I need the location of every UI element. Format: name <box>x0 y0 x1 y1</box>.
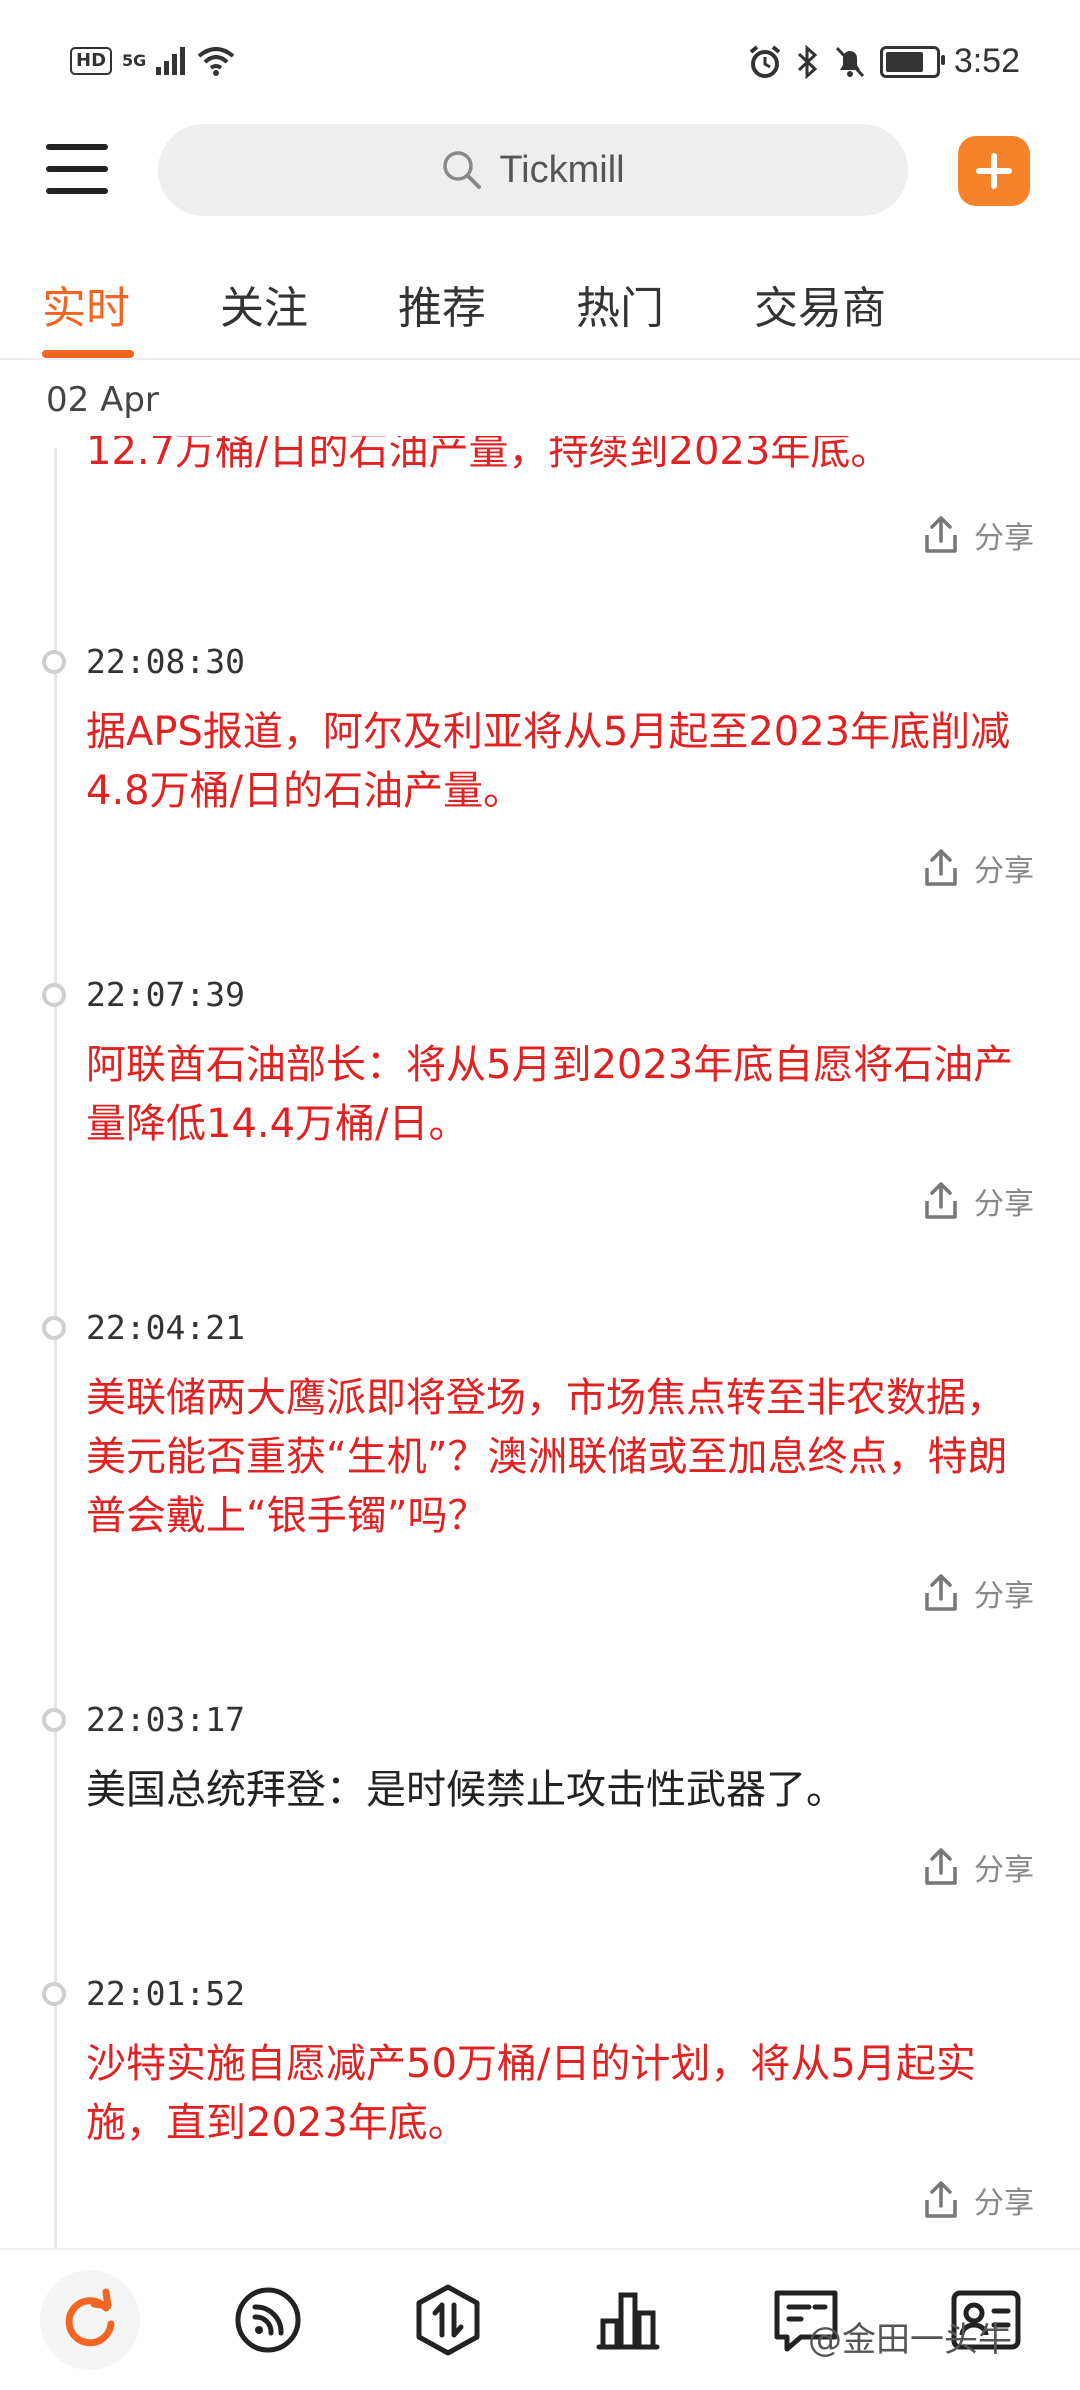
tab-recommend[interactable]: 推荐 <box>398 272 486 336</box>
share-button[interactable]: 分享 <box>922 1845 1034 1889</box>
news-time: 22:07:39 <box>86 975 245 1014</box>
share-label: 分享 <box>974 1853 1034 1888</box>
wifi-icon <box>198 47 235 76</box>
timeline-dot <box>42 983 66 1007</box>
share-label: 分享 <box>974 2186 1034 2221</box>
exchange-icon[interactable] <box>408 2280 488 2360</box>
share-icon <box>925 849 957 886</box>
news-text[interactable]: 美国总统拜登：是时候禁止攻击性武器了。 <box>86 1761 1036 1820</box>
share-icon <box>925 1574 957 1611</box>
bottom-nav: @金田一头牛 <box>0 2248 1080 2390</box>
rss-icon[interactable] <box>228 2280 308 2360</box>
add-button[interactable] <box>958 136 1030 206</box>
share-button[interactable]: 分享 <box>922 846 1034 890</box>
news-text[interactable]: 阿联酋石油部长：将从5月到2023年底自愿将石油产量降低14.4万桶/日。 <box>86 1036 1036 1154</box>
status-bar: HD 5G 3:52 <box>0 0 1080 120</box>
share-label: 分享 <box>974 1187 1034 1222</box>
news-time: 22:03:17 <box>86 1700 245 1739</box>
share-button[interactable]: 分享 <box>922 1179 1034 1223</box>
active-tab-indicator <box>42 350 134 358</box>
battery-fill <box>885 51 924 72</box>
news-text-partial-content: 12.7万桶/日的石油产量，持续到2023年底。 <box>86 436 891 474</box>
tab-brokers[interactable]: 交易商 <box>754 272 886 336</box>
news-time: 22:04:21 <box>86 1308 245 1347</box>
search-placeholder: Tickmill <box>499 148 625 191</box>
signal-icon <box>156 47 186 75</box>
news-time: 22:01:52 <box>86 1974 245 2013</box>
share-button[interactable]: 分享 <box>922 513 1034 557</box>
hd-badge: HD <box>70 47 113 75</box>
tab-follow[interactable]: 关注 <box>220 272 308 336</box>
tab-hot[interactable]: 热门 <box>576 272 664 336</box>
news-text[interactable]: 沙特实施自愿减产50万桶/日的计划，将从5月起实施，直到2023年底。 <box>86 2035 1036 2153</box>
tab-bar: 实时 关注 推荐 热门 交易商 <box>0 250 1080 358</box>
status-left: HD 5G <box>70 46 236 76</box>
timeline-dot <box>42 1708 66 1732</box>
date-header: 02 Apr <box>46 380 159 420</box>
status-time: 3:52 <box>953 42 1020 80</box>
plus-icon <box>976 153 1012 189</box>
news-text[interactable]: 美联储两大鹰派即将登场，市场焦点转至非农数据，美元能否重获“生机”？澳洲联储或至… <box>86 1369 1036 1546</box>
share-icon <box>925 516 957 553</box>
bluetooth-icon <box>797 44 818 79</box>
tabs-divider <box>0 358 1080 360</box>
news-text-partial[interactable]: 12.7万桶/日的石油产量，持续到2023年底。 <box>86 436 1036 482</box>
search-bar[interactable]: Tickmill <box>158 124 908 216</box>
search-icon <box>443 151 482 189</box>
watermark: @金田一头牛 <box>808 2320 1012 2360</box>
refresh-icon[interactable] <box>50 2280 130 2360</box>
timeline-line <box>54 448 57 2248</box>
timeline-dot <box>42 1316 66 1340</box>
news-text[interactable]: 据APS报道，阿尔及利亚将从5月起至2023年底削减4.8万桶/日的石油产量。 <box>86 703 1036 821</box>
status-right: 3:52 <box>748 42 1020 81</box>
signal-label: 5G <box>122 51 147 70</box>
share-icon <box>925 1182 957 1219</box>
share-label: 分享 <box>974 521 1034 556</box>
mute-bell-icon <box>835 46 864 77</box>
news-time: 22:08:30 <box>86 642 245 681</box>
timeline-dot <box>42 650 66 674</box>
share-icon <box>925 1848 957 1885</box>
share-button[interactable]: 分享 <box>922 2178 1034 2222</box>
share-button[interactable]: 分享 <box>922 1571 1034 1615</box>
tab-realtime[interactable]: 实时 <box>42 272 130 336</box>
share-label: 分享 <box>974 854 1034 889</box>
share-icon <box>925 2181 957 2218</box>
alarm-icon <box>749 44 781 78</box>
share-label: 分享 <box>974 1579 1034 1614</box>
menu-button[interactable] <box>46 140 110 200</box>
timeline-dot <box>42 1982 66 2006</box>
chart-icon[interactable] <box>588 2280 668 2360</box>
battery-icon <box>879 45 945 78</box>
